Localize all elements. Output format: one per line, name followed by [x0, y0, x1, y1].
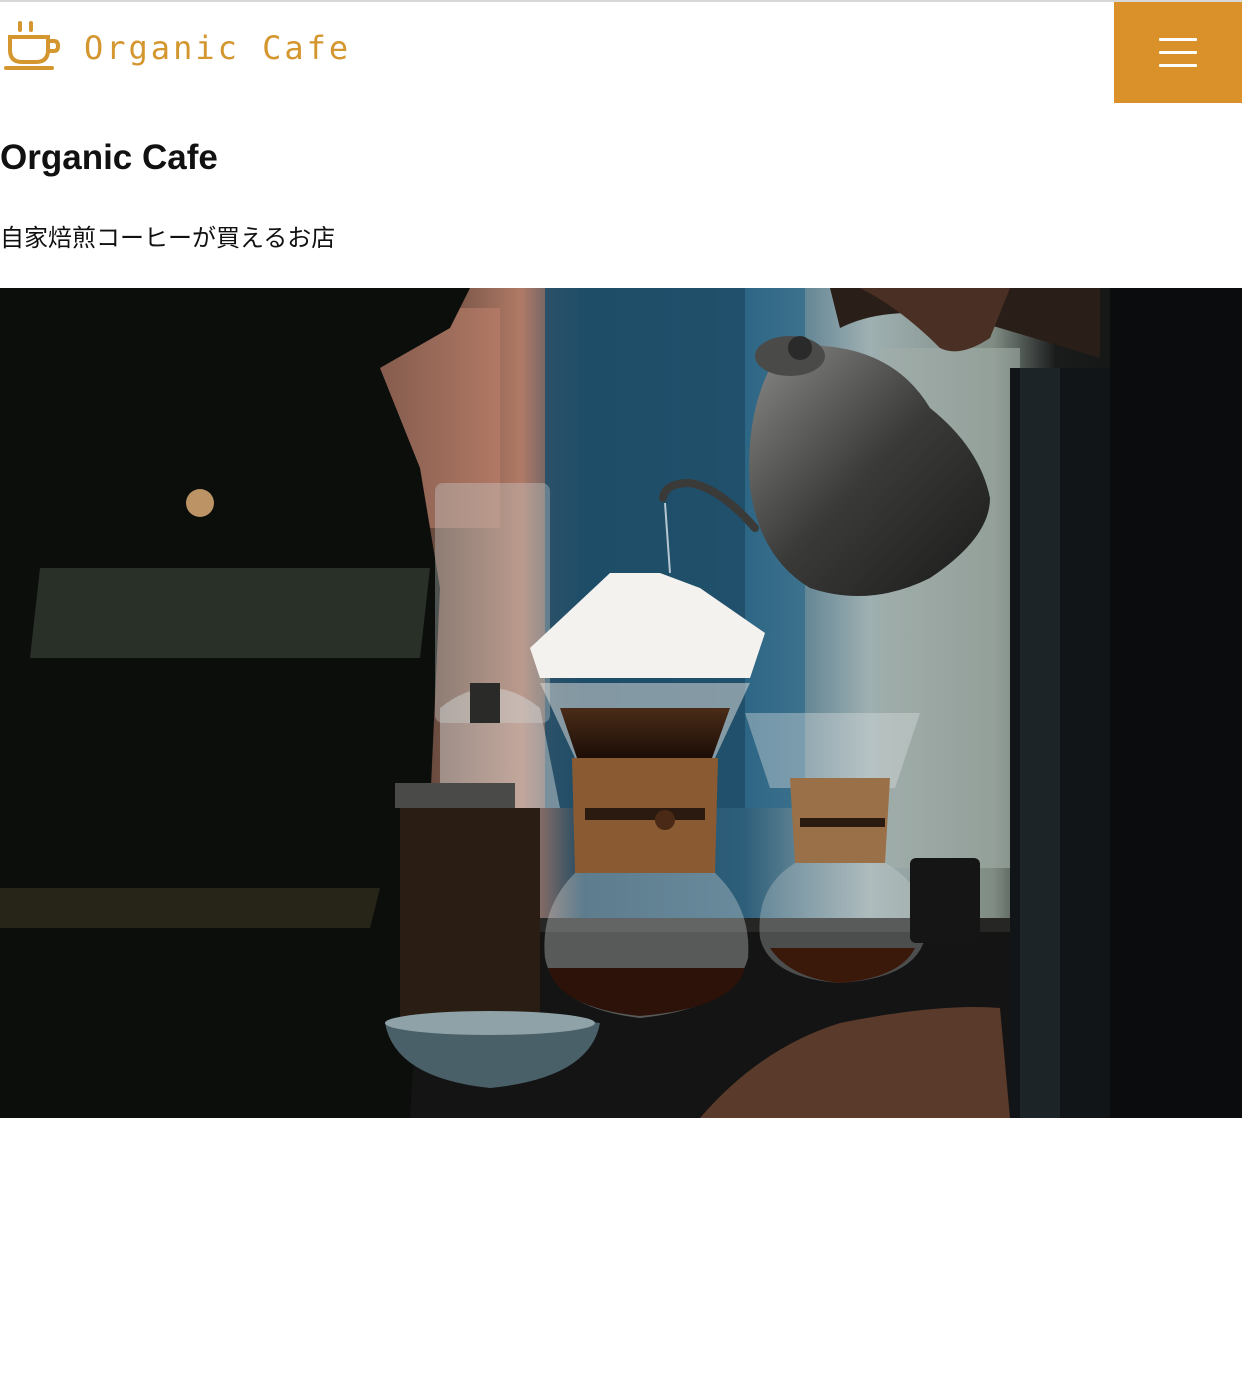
page-title: Organic Cafe [0, 138, 218, 177]
coffee-cup-icon [4, 21, 61, 70]
pour-over-coffee-photo [0, 288, 1242, 1118]
site-header: Organic Cafe [0, 2, 1242, 103]
hamburger-icon [1159, 37, 1197, 68]
menu-button[interactable] [1114, 2, 1242, 103]
logo-text: Organic Cafe [84, 29, 352, 67]
logo-link[interactable]: Organic Cafe [4, 18, 351, 74]
hero-image [0, 288, 1242, 1118]
tagline: 自家焙煎コーヒーが買えるお店 [0, 224, 336, 252]
page: Organic Cafe Organic Cafe 自家焙煎コーヒーが買えるお店 [0, 0, 1242, 1390]
